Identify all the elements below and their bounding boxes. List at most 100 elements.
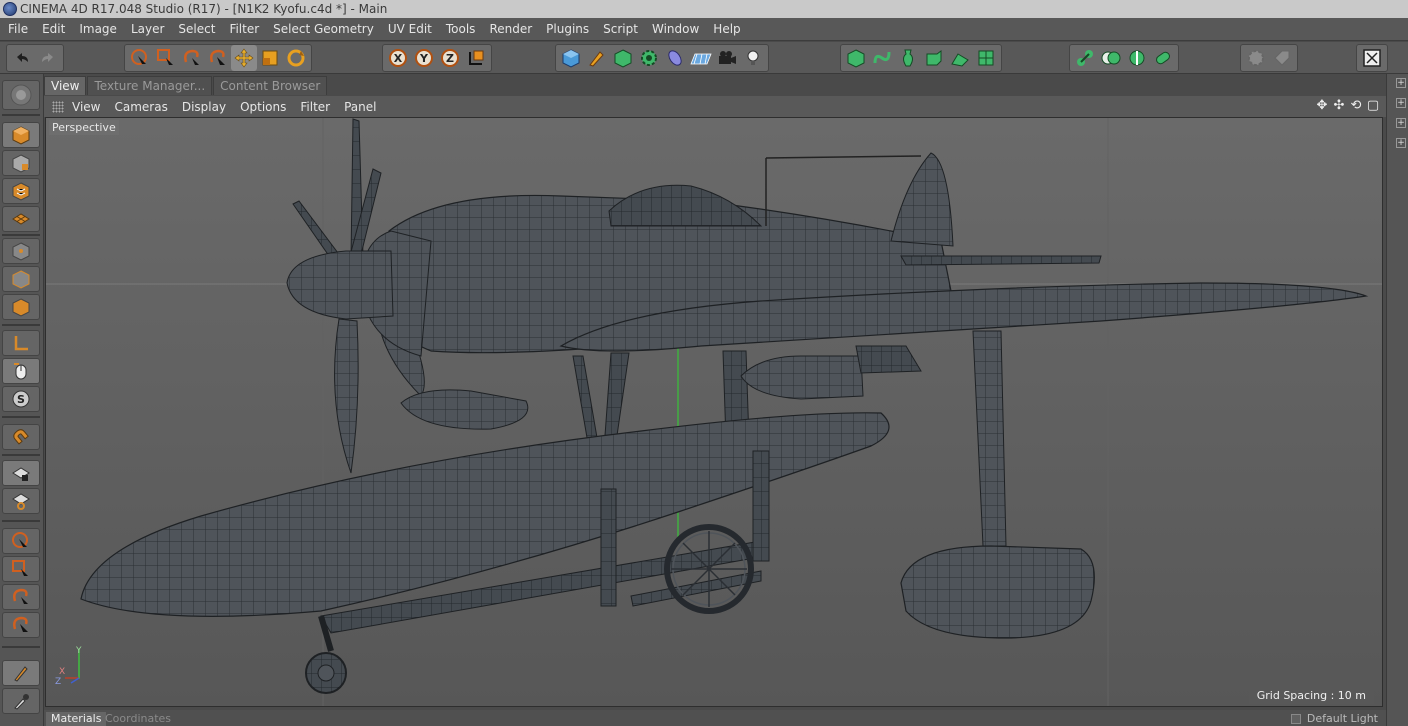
menu-edit[interactable]: Edit — [42, 22, 65, 36]
menu-select-geometry[interactable]: Select Geometry — [273, 22, 374, 36]
rectangle-selection-button[interactable] — [153, 45, 179, 71]
live-selection-button[interactable] — [127, 45, 153, 71]
viewport-menu-filter[interactable]: Filter — [300, 100, 330, 114]
uv-mode-button[interactable] — [2, 206, 40, 232]
tab-content-browser[interactable]: Content Browser — [213, 76, 328, 95]
camera-button[interactable] — [714, 45, 740, 71]
layout-button[interactable] — [1359, 45, 1385, 71]
y-axis-lock-button[interactable]: Y — [411, 45, 437, 71]
poly-selection-side-button[interactable] — [2, 612, 40, 638]
viewport-menu-options[interactable]: Options — [240, 100, 286, 114]
rect-selection-side-button[interactable] — [2, 556, 40, 582]
x-axis-lock-button[interactable]: X — [385, 45, 411, 71]
redo-button[interactable] — [35, 45, 61, 71]
tab-texture-manager[interactable]: Texture Manager... — [87, 76, 213, 95]
brush-icon — [14, 666, 28, 682]
viewport-nav-controls: ✥ ✣ ⟲ ▢ — [1315, 98, 1380, 114]
connect-button[interactable] — [1072, 45, 1098, 71]
default-light-checkbox[interactable] — [1290, 713, 1301, 724]
rotate-tool-button[interactable] — [283, 45, 309, 71]
tab-coordinates[interactable]: Coordinates — [100, 712, 176, 726]
boole-button[interactable] — [1098, 45, 1124, 71]
menu-help[interactable]: Help — [713, 22, 740, 36]
array-button[interactable] — [636, 45, 662, 71]
planar-workplane-button[interactable] — [2, 488, 40, 514]
floor-button[interactable] — [688, 45, 714, 71]
brush-button[interactable] — [2, 660, 40, 686]
loft-button[interactable] — [973, 45, 999, 71]
menu-window[interactable]: Window — [652, 22, 699, 36]
menu-plugins[interactable]: Plugins — [546, 22, 589, 36]
tab-view[interactable]: View — [44, 76, 87, 95]
expand-icon[interactable]: + — [1396, 138, 1406, 148]
tweak-mode-button[interactable] — [2, 358, 40, 384]
maximize-view-icon[interactable]: ▢ — [1366, 98, 1380, 114]
axis-y-label: Y — [75, 646, 82, 656]
points-mode-button[interactable] — [2, 238, 40, 264]
lasso-selection-button[interactable] — [179, 45, 205, 71]
polygons-mode-button[interactable] — [2, 294, 40, 320]
perspective-viewport[interactable]: Y X Z Perspective Grid Spacing : 10 m — [45, 117, 1383, 707]
model-mode-button[interactable] — [2, 122, 40, 148]
viewport-menu-cameras[interactable]: Cameras — [114, 100, 167, 114]
locked-workplane-button[interactable] — [2, 460, 40, 486]
viewport-menu-display[interactable]: Display — [182, 100, 226, 114]
snap-settings-button[interactable]: S — [2, 386, 40, 412]
cinema4d-mode-button[interactable] — [2, 80, 40, 110]
menu-image[interactable]: Image — [79, 22, 117, 36]
axis-mode-button[interactable] — [2, 330, 40, 356]
sweep-button[interactable] — [947, 45, 973, 71]
menu-tools[interactable]: Tools — [446, 22, 476, 36]
z-axis-lock-button[interactable]: Z — [437, 45, 463, 71]
panel-grip-icon[interactable] — [52, 100, 64, 113]
spline-button[interactable] — [869, 45, 895, 71]
expand-icon[interactable]: + — [1396, 78, 1406, 88]
edges-mode-button[interactable] — [2, 266, 40, 292]
disabled-tool-2[interactable] — [1269, 45, 1295, 71]
menu-filter[interactable]: Filter — [229, 22, 259, 36]
polygon-selection-button[interactable] — [205, 45, 231, 71]
generator-button[interactable] — [843, 45, 869, 71]
scale-tool-button[interactable] — [257, 45, 283, 71]
menu-file[interactable]: File — [8, 22, 28, 36]
zoom-view-icon[interactable]: ✣ — [1332, 98, 1346, 114]
boole-icon — [1101, 51, 1121, 65]
tab-materials[interactable]: Materials — [46, 712, 107, 726]
lathe-button[interactable] — [895, 45, 921, 71]
live-selection-side-button[interactable] — [2, 528, 40, 554]
viewport-menu-panel[interactable]: Panel — [344, 100, 376, 114]
menu-layer[interactable]: Layer — [131, 22, 164, 36]
viewport-menu-view[interactable]: View — [72, 100, 100, 114]
expand-icon[interactable]: + — [1396, 98, 1406, 108]
menu-select[interactable]: Select — [178, 22, 215, 36]
deformer-button[interactable] — [662, 45, 688, 71]
coordinate-system-button[interactable] — [463, 45, 489, 71]
pan-view-icon[interactable]: ✥ — [1315, 98, 1329, 114]
undo-redo-group — [6, 44, 64, 72]
render-region-button[interactable] — [584, 45, 610, 71]
extrude-button[interactable] — [921, 45, 947, 71]
menu-script[interactable]: Script — [603, 22, 638, 36]
seaplane-wireframe-model[interactable]: Y X Z — [46, 118, 1383, 707]
expand-icon[interactable]: + — [1396, 118, 1406, 128]
light-button[interactable] — [740, 45, 766, 71]
orbit-view-icon[interactable]: ⟲ — [1349, 98, 1363, 114]
disabled-tool-1[interactable] — [1243, 45, 1269, 71]
menu-uv-edit[interactable]: UV Edit — [388, 22, 432, 36]
undo-button[interactable] — [9, 45, 35, 71]
instance-button[interactable] — [1150, 45, 1176, 71]
render-view-button[interactable] — [558, 45, 584, 71]
texture-mode-button[interactable] — [2, 150, 40, 176]
symmetry-button[interactable] — [1124, 45, 1150, 71]
subdivision-button[interactable] — [610, 45, 636, 71]
gear-disabled-icon — [1248, 50, 1264, 66]
lasso-selection-side-button[interactable] — [2, 584, 40, 610]
polygon-selection-icon — [210, 49, 225, 65]
eyedropper-button[interactable] — [2, 688, 40, 714]
disabled-tools-group — [1240, 44, 1298, 72]
move-tool-button[interactable] — [231, 45, 257, 71]
default-light-toggle[interactable]: Default Light — [1290, 712, 1378, 725]
workplane-mode-button[interactable] — [2, 178, 40, 204]
snap-button[interactable] — [2, 424, 40, 450]
menu-render[interactable]: Render — [489, 22, 532, 36]
